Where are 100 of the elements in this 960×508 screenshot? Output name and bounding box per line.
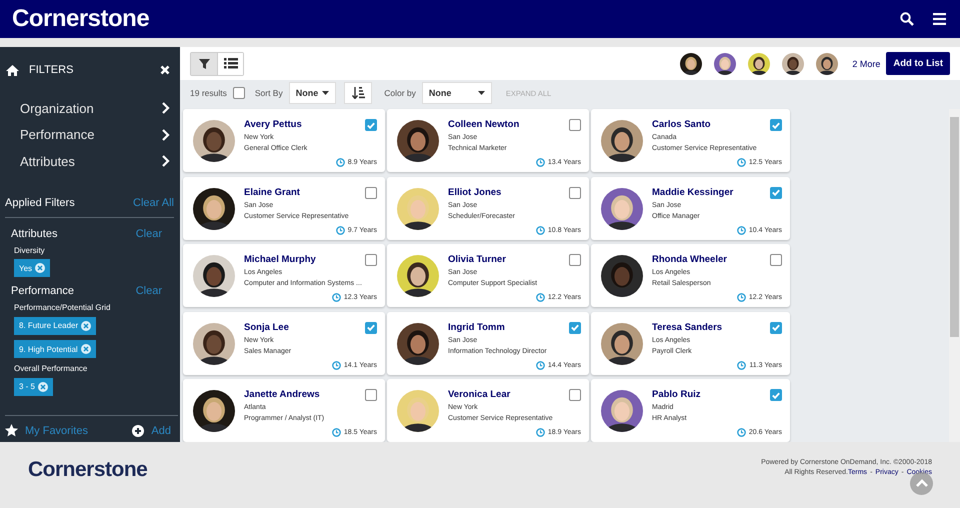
filter-label: Overall Performance	[14, 364, 88, 373]
remove-icon[interactable]	[81, 320, 92, 330]
clock-icon	[336, 226, 345, 234]
logo[interactable]: Cornerstone	[12, 5, 150, 32]
check-icon	[570, 322, 580, 333]
nav-item[interactable]: Organization	[20, 95, 170, 122]
filter-tag[interactable]: 9. High Potential	[14, 340, 96, 358]
remove-icon[interactable]	[38, 382, 48, 392]
checkbox[interactable]	[770, 186, 782, 198]
person-name[interactable]: Elaine Grant	[244, 186, 300, 198]
chevron-right-icon	[161, 155, 170, 168]
clock-icon	[736, 428, 746, 437]
add-link[interactable]: Add	[151, 424, 171, 436]
search-icon[interactable]	[900, 12, 914, 26]
caret-icon	[478, 91, 485, 95]
clock-icon	[536, 428, 545, 437]
person-name[interactable]: Olivia Turner	[448, 254, 506, 265]
more-link[interactable]: 2 More	[852, 58, 880, 68]
footer-logo: Cornerstone	[28, 458, 148, 482]
checkbox[interactable]	[365, 254, 377, 266]
checkbox[interactable]	[569, 254, 581, 266]
check-icon	[771, 187, 781, 198]
sort-label: Sort By	[254, 88, 283, 98]
nav-item[interactable]: Performance	[20, 122, 170, 148]
sort-dropdown[interactable]: None	[288, 82, 336, 104]
filter-view-button[interactable]	[191, 52, 217, 74]
clock-icon	[536, 293, 545, 302]
person-name[interactable]: Elliot Jones	[448, 186, 502, 198]
home-icon[interactable]	[6, 64, 19, 76]
person-name[interactable]: Teresa Sanders	[652, 322, 722, 332]
person-name[interactable]: Sonja Lee	[244, 322, 289, 332]
clear-link[interactable]: Clear	[136, 285, 162, 297]
color-label: Color by	[384, 88, 416, 98]
sort-order-button[interactable]	[344, 82, 372, 104]
menu-icon[interactable]	[933, 13, 946, 25]
list-view-button[interactable]	[217, 52, 243, 74]
filter-tag[interactable]: 3 - 5	[14, 378, 54, 396]
clock-icon	[736, 293, 746, 302]
clock-icon	[332, 293, 341, 302]
checkbox[interactable]	[770, 389, 782, 401]
person-name[interactable]: Avery Pettus	[244, 119, 302, 130]
person-name[interactable]: Carlos Santo	[652, 119, 711, 130]
panel-title: FILTERS	[29, 64, 74, 76]
list-icon	[224, 58, 238, 69]
filter-tag[interactable]: Yes	[14, 259, 50, 277]
clock-icon	[332, 428, 341, 437]
plus-icon	[132, 424, 144, 436]
group-title: Attributes	[11, 228, 58, 240]
filter-label: Diversity	[14, 246, 46, 254]
clock-icon	[736, 226, 746, 234]
checkbox[interactable]	[770, 322, 782, 334]
star-icon	[5, 424, 18, 437]
sort-icon	[352, 87, 365, 99]
person-name[interactable]: Colleen Newton	[448, 119, 520, 130]
person-name[interactable]: Maddie Kessinger	[652, 186, 734, 198]
remove-icon[interactable]	[35, 263, 46, 273]
checkbox[interactable]	[365, 322, 377, 334]
person-name[interactable]: Veronica Lear	[448, 389, 510, 400]
results-count: 19 results	[190, 88, 227, 98]
checkbox[interactable]	[569, 186, 581, 198]
chevron-right-icon	[161, 102, 170, 114]
filter-label: Performance/Potential Grid	[14, 303, 112, 312]
group-title: Performance	[11, 285, 74, 297]
person-name[interactable]: Michael Murphy	[244, 254, 316, 265]
checkbox[interactable]	[365, 186, 377, 198]
checkbox[interactable]	[770, 254, 782, 266]
nav-item[interactable]: Attributes	[20, 148, 170, 174]
chevron-up-icon	[916, 479, 928, 488]
checkbox[interactable]	[232, 87, 245, 99]
checkbox[interactable]	[569, 322, 581, 334]
clear-link[interactable]: Clear	[136, 228, 162, 240]
clock-icon	[737, 360, 746, 370]
checkbox[interactable]	[365, 389, 377, 401]
favorites-link[interactable]: My Favorites	[25, 424, 88, 436]
filter-tag[interactable]: 8. Future Leader	[14, 316, 96, 334]
clock-icon	[736, 158, 746, 167]
person-name[interactable]: Pablo Ruiz	[652, 389, 701, 400]
person-name[interactable]: Janette Andrews	[244, 389, 320, 400]
clear-all-link[interactable]: Clear All	[133, 196, 174, 208]
close-icon[interactable]	[160, 65, 170, 75]
check-icon	[366, 322, 376, 333]
checkbox[interactable]	[365, 119, 377, 131]
checkbox[interactable]	[569, 119, 581, 131]
checkbox[interactable]	[770, 119, 782, 131]
checkbox[interactable]	[569, 389, 581, 401]
clock-icon	[336, 158, 345, 167]
clock-icon	[536, 226, 545, 234]
caret-icon	[322, 91, 330, 95]
add-to-list-button[interactable]: Add to List	[886, 52, 950, 75]
clock-icon	[536, 158, 545, 167]
filter-icon	[198, 58, 210, 68]
remove-icon[interactable]	[80, 344, 91, 354]
person-name[interactable]: Rhonda Wheeler	[652, 254, 727, 265]
person-name[interactable]: Ingrid Tomm	[448, 322, 505, 332]
check-icon	[771, 322, 781, 333]
color-dropdown[interactable]: None	[422, 82, 492, 104]
section-title: Applied Filters	[5, 196, 75, 208]
chevron-right-icon	[161, 128, 170, 141]
scrollbar[interactable]	[949, 109, 960, 442]
clock-icon	[536, 360, 545, 370]
